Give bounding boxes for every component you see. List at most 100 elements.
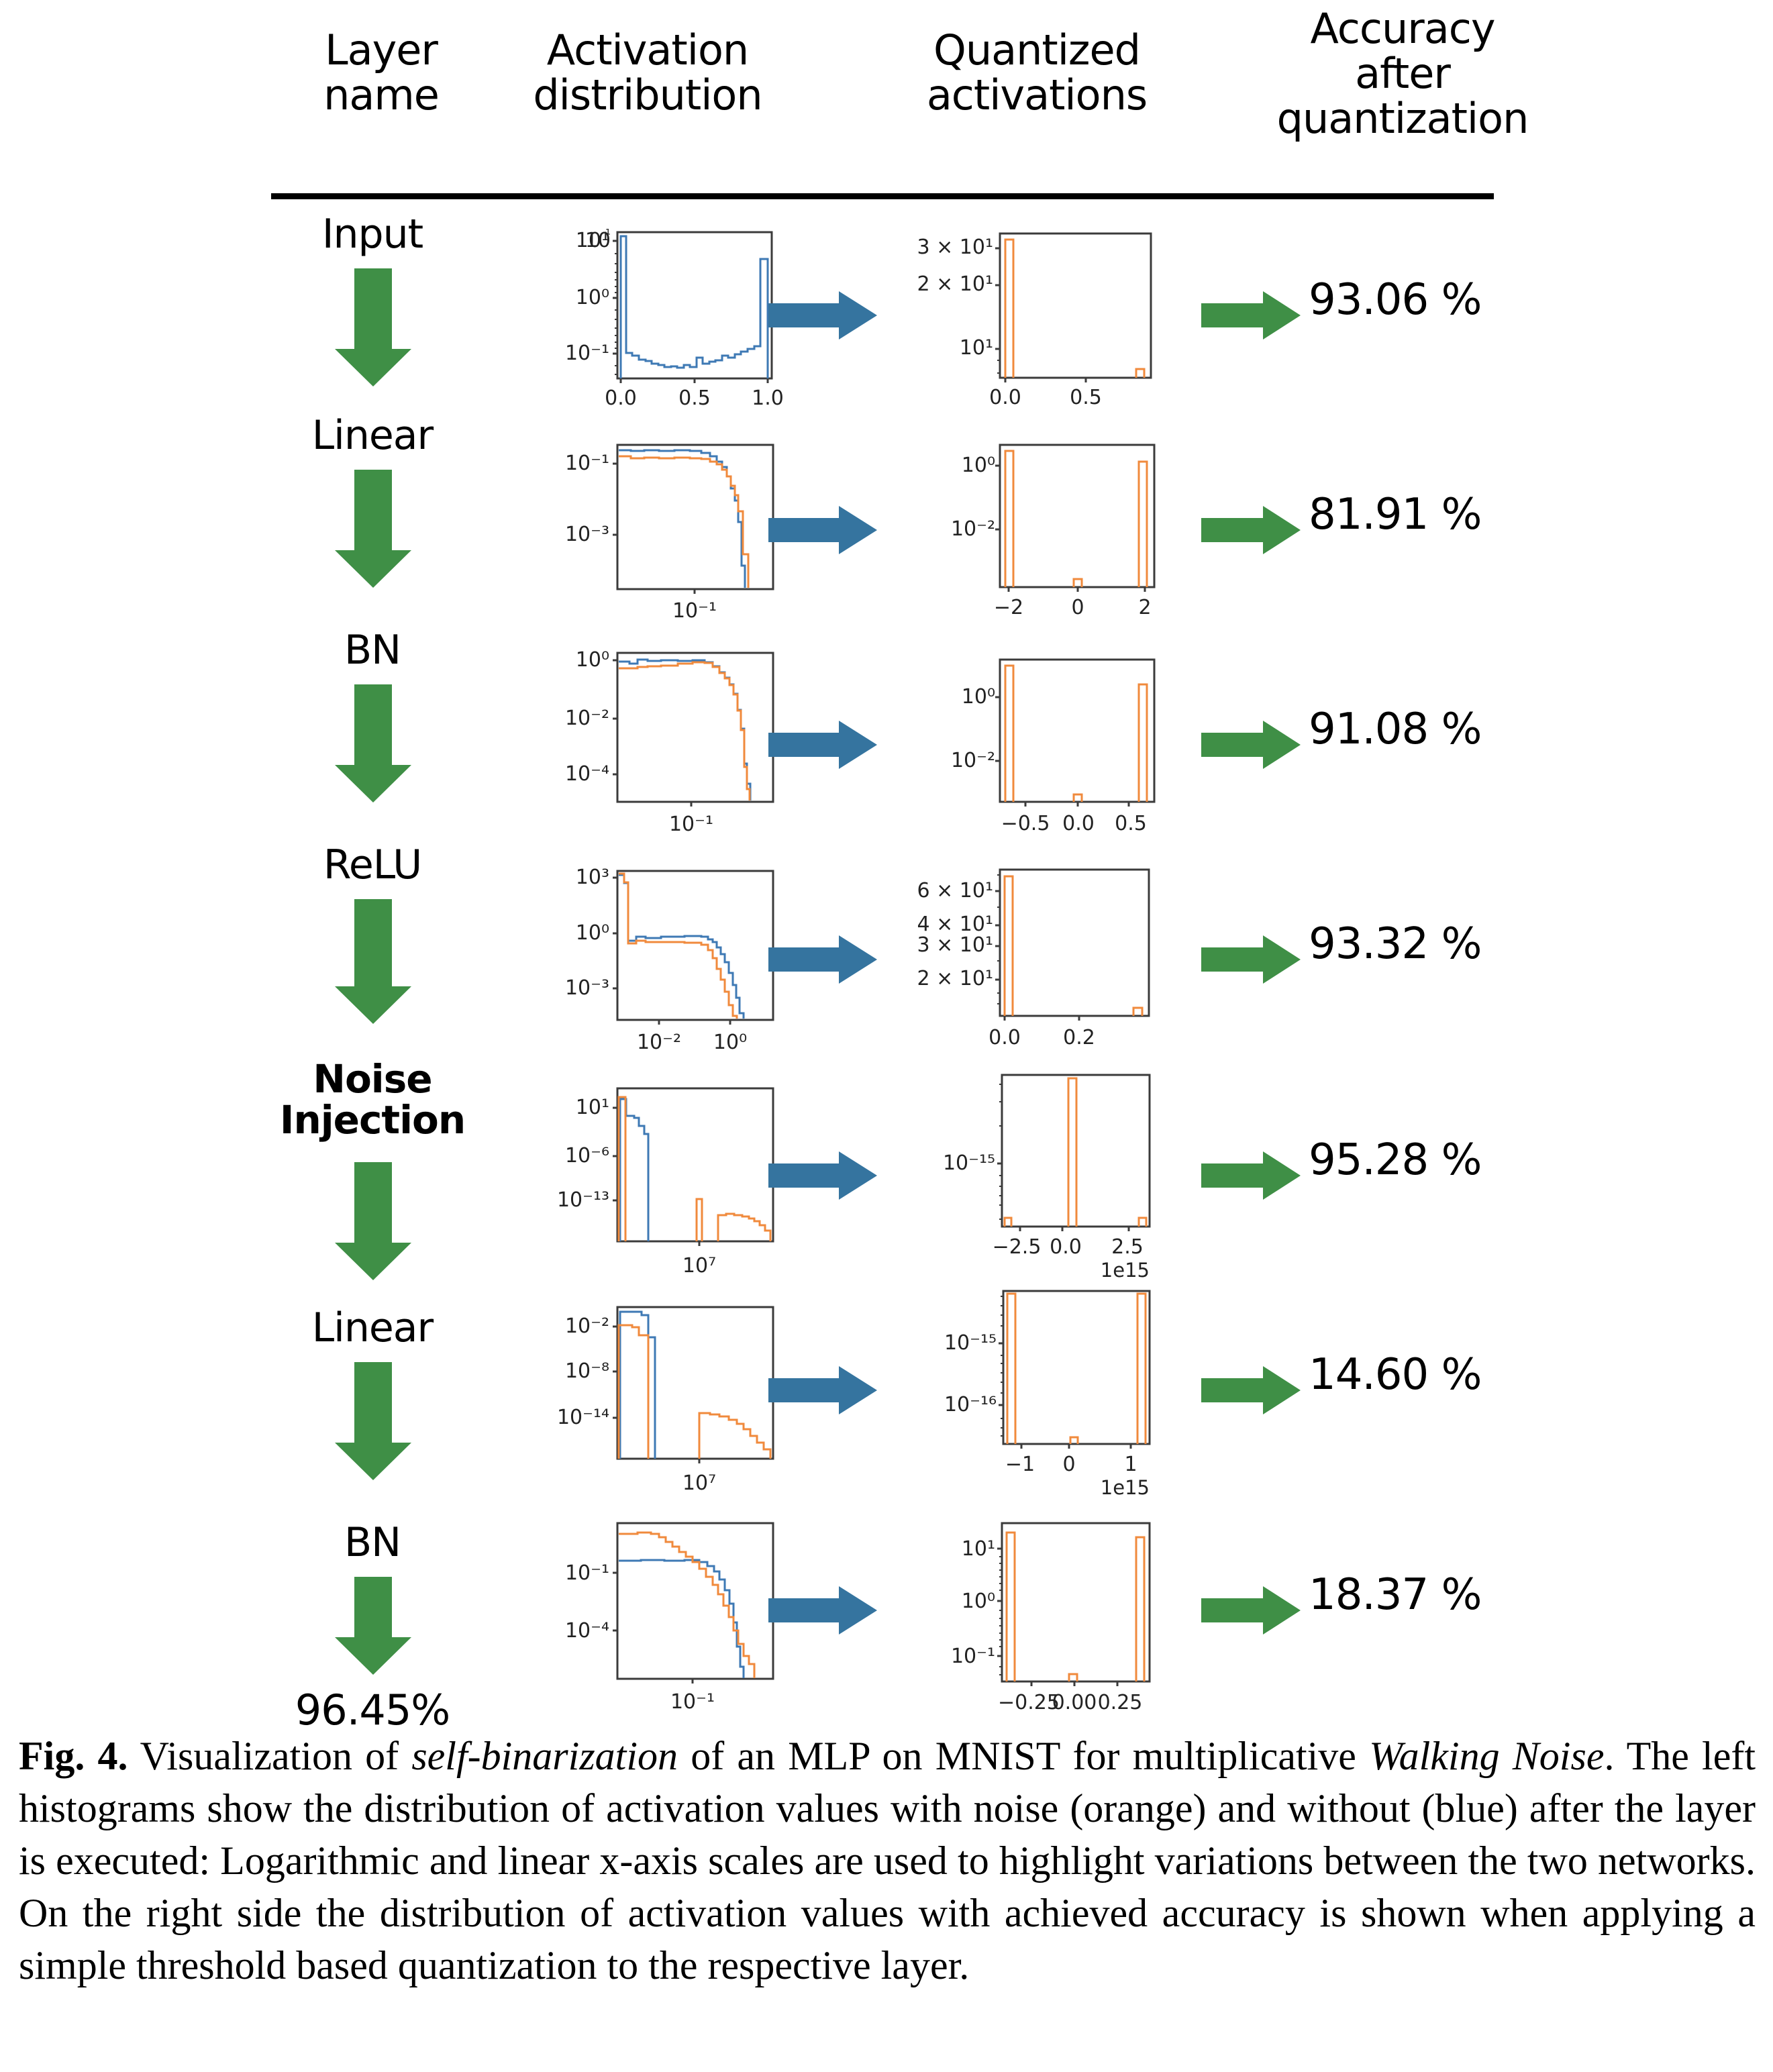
xtick-label: 10⁻¹ (672, 599, 717, 623)
ytick-label: 10⁰ (962, 454, 995, 477)
header-layer-name: Layer name (323, 25, 440, 119)
accuracy-arrow-3 (1201, 718, 1302, 774)
plot-quantized-bn-1: 10⁰ 10⁻² −0.5 0.0 0.5 (896, 643, 1178, 837)
layer-name-linear-2: Linear (311, 1304, 434, 1351)
accuracy-value-noise: 95.28 % (1309, 1135, 1482, 1185)
caption-text-2: of an MLP on MNIST for multiplicative (678, 1734, 1370, 1778)
layer-name-bn-2: BN (344, 1519, 401, 1566)
xtick-label: 1.0 (752, 386, 784, 408)
ytick-label: 10⁰ (576, 286, 609, 309)
ytick-label: 10⁻² (951, 749, 995, 772)
layer-name-linear-1: Linear (311, 412, 434, 459)
accuracy-value-bn-1: 91.08 % (1309, 705, 1482, 754)
xtick-label: 2.5 (1111, 1235, 1144, 1259)
layer-name-noise-injection: Noise Injection (279, 1056, 466, 1143)
flow-arrow-7 (335, 1577, 411, 1675)
accuracy-arrow-1 (1201, 289, 1302, 345)
plot-quantized-noise: 10⁻¹⁵ −2.5 0.0 2.5 1e15 (889, 1071, 1178, 1292)
ytick-label: 10⁻³ (565, 523, 609, 546)
xtick-label: 10⁻¹ (669, 813, 713, 836)
transition-arrow-2 (768, 503, 879, 560)
transition-arrow-7 (768, 1584, 879, 1640)
xtick-label: 0.5 (1115, 812, 1147, 835)
xtick-label: −2 (994, 596, 1023, 619)
layer-name-bn-1: BN (344, 627, 401, 674)
ytick-label: 10⁻⁶ (565, 1144, 609, 1168)
xtick-label: 0.0 (1062, 812, 1095, 835)
header-rule (271, 193, 1494, 199)
ytick-label: 3 × 10¹ (917, 236, 994, 259)
xtick-label: −2.5 (993, 1235, 1042, 1259)
ytick-label: 10¹ (962, 1537, 995, 1561)
xtick-label: −1 (1005, 1453, 1035, 1476)
accuracy-arrow-4 (1201, 933, 1302, 989)
ytick-label: 10⁻² (565, 707, 609, 730)
plot-activation-linear-1: 10⁻¹ 10⁻³ 10⁻¹ (517, 428, 785, 623)
plot-activation-bn-2: 10⁻¹ 10⁻⁴ 10⁻¹ (517, 1515, 785, 1723)
layer-flow-column: Input Linear BN ReLU Noise Injection Line… (255, 201, 490, 1735)
flow-arrow-6 (335, 1362, 411, 1480)
plot-activation-bn-1: 10⁰ 10⁻² 10⁻⁴ 10⁻¹ (517, 643, 785, 837)
ytick-label: 10⁰ (962, 685, 995, 709)
xtick-label: 0 (1071, 596, 1084, 619)
xtick-label: 0.0 (989, 1026, 1021, 1049)
header-quantized-activations: Quantized activations (926, 25, 1148, 119)
plot-quantized-linear-2: 10⁻¹⁵ 10⁻¹⁶ −1 0 1 1e15 (889, 1288, 1178, 1510)
ytick-label: 10⁰ (962, 1590, 995, 1613)
header-activation-distribution: Activation distribution (533, 25, 762, 119)
plot-activation-noise: 10¹ 10⁻⁶ 10⁻¹³ 10⁷ (517, 1079, 785, 1287)
xtick-label: −0.5 (1001, 812, 1050, 835)
flow-arrow-1 (335, 268, 411, 386)
ytick-label: 10⁻⁸ (565, 1359, 609, 1383)
ytick-label: 6 × 10¹ (917, 879, 994, 902)
xtick-label: 0.5 (678, 386, 711, 408)
ytick-label: 10³ (576, 866, 609, 889)
ytick-label: 10⁻¹ (951, 1645, 995, 1668)
xtick-label: 10⁷ (682, 1254, 716, 1278)
ytick-label: 10⁻² (565, 1314, 609, 1338)
flow-arrow-3 (335, 684, 411, 802)
layer-name-relu: ReLU (323, 841, 422, 888)
ytick-label: 10⁻¹⁶ (944, 1393, 997, 1416)
ytick-label: 10⁻¹⁵ (944, 1331, 997, 1355)
xtick-label: 0.5 (1070, 386, 1102, 408)
accuracy-arrow-5 (1201, 1149, 1302, 1205)
column-headers: Layer name Activation distribution Quantiz… (0, 0, 1773, 195)
ytick-label: 10¹ (960, 336, 993, 360)
layer-name-input: Input (321, 211, 423, 258)
plot-activation-linear-2: 10⁻² 10⁻⁸ 10⁻¹⁴ 10⁷ (517, 1300, 785, 1508)
flow-arrow-4 (335, 899, 411, 1024)
x-axis-offset-label: 1e15 (1101, 1476, 1150, 1499)
xtick-label: 0.0 (989, 386, 1021, 408)
xtick-label: 0.0 (1050, 1235, 1082, 1259)
xtick-label: 10⁻² (637, 1031, 681, 1054)
plot-quantized-relu: 6 × 10¹ 4 × 10¹ 3 × 10¹ 2 × 10¹ 0.0 0.2 (889, 860, 1178, 1061)
ytick-label: 2 × 10¹ (917, 967, 994, 990)
xtick-label: 1 (1124, 1453, 1137, 1476)
xtick-label: 10⁷ (682, 1471, 716, 1495)
accuracy-value-input: 93.06 % (1309, 275, 1482, 325)
caption-text-1: Visualization of (128, 1734, 412, 1778)
flow-arrow-5 (335, 1162, 411, 1280)
xtick-label: 0 (1062, 1453, 1075, 1476)
accuracy-value-linear-1: 81.91 % (1309, 490, 1482, 539)
transition-arrow-3 (768, 718, 879, 774)
xtick-label: 0.25 (1098, 1691, 1143, 1714)
ytick-label: 10¹ (576, 1096, 609, 1119)
ytick-label: 10⁰ (576, 921, 609, 945)
ytick-label: 4 × 10¹ (917, 913, 994, 936)
plot-quantized-input: 3 × 10¹ 2 × 10¹ 10¹ 0.0 0.5 (896, 213, 1178, 408)
figure-caption: Fig. 4. Visualization of self-binarizati… (19, 1730, 1756, 1991)
header-accuracy-after-quantization: Accuracy after quantization (1276, 4, 1529, 143)
xtick-label: 10⁰ (713, 1031, 747, 1054)
accuracy-arrow-7 (1201, 1584, 1302, 1640)
transition-arrow-5 (768, 1149, 879, 1205)
accuracy-value-bn-2: 18.37 % (1309, 1570, 1482, 1620)
plot-quantized-bn-2: 10¹ 10⁰ 10⁻¹ −0.25 0.00 0.25 (889, 1515, 1178, 1723)
ytick-label: 10⁻³ (565, 976, 609, 1000)
ytick-label: 3 × 10¹ (917, 933, 994, 957)
xtick-label: 2 (1138, 596, 1151, 619)
plot-activation-input: 10 ¹ 10¹ 10⁰ 10⁻¹ 0.0 0.5 1.0 (517, 213, 785, 408)
transition-arrow-6 (768, 1363, 879, 1420)
ytick-label: 10⁻⁴ (565, 762, 609, 786)
